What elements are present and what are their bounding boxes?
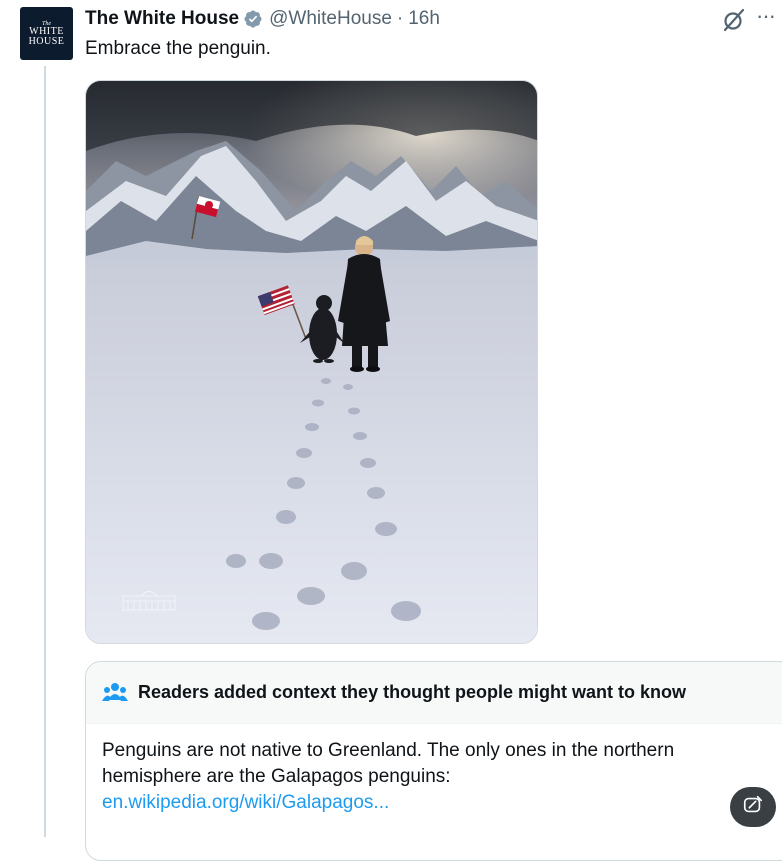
tweet-header: The White House @WhiteHouse · 16h <box>85 7 440 31</box>
tweet-text: Embrace the penguin. <box>85 38 271 59</box>
grok-icon[interactable] <box>722 8 746 32</box>
people-icon <box>102 682 128 704</box>
separator-dot: · <box>396 8 404 29</box>
verified-badge-icon[interactable] <box>243 9 263 29</box>
timestamp[interactable]: 16h <box>408 8 440 30</box>
more-icon[interactable]: ··· <box>756 5 776 27</box>
author-name[interactable]: The White House <box>85 8 239 30</box>
community-note-title: Readers added context they thought peopl… <box>138 682 687 702</box>
community-note-text: Penguins are not native to Greenland. Th… <box>102 740 675 787</box>
penguin-walk-image <box>86 81 537 643</box>
tweet-image[interactable] <box>85 80 538 644</box>
community-note[interactable]: Readers added context they thought peopl… <box>85 661 782 861</box>
author-handle[interactable]: @WhiteHouse <box>269 8 392 30</box>
community-note-body: Penguins are not native to Greenland. Th… <box>86 724 778 816</box>
avatar-line-2: WHITE <box>29 25 64 37</box>
grok-compose-button[interactable] <box>730 787 776 827</box>
grok-compose-icon <box>742 794 764 821</box>
avatar-line-3: HOUSE <box>28 35 65 47</box>
thread-line <box>44 66 46 837</box>
community-note-link[interactable]: en.wikipedia.org/wiki/Galapagos... <box>102 790 762 816</box>
community-note-header: Readers added context they thought peopl… <box>86 662 782 724</box>
avatar[interactable]: The WHITE HOUSE <box>20 7 73 60</box>
